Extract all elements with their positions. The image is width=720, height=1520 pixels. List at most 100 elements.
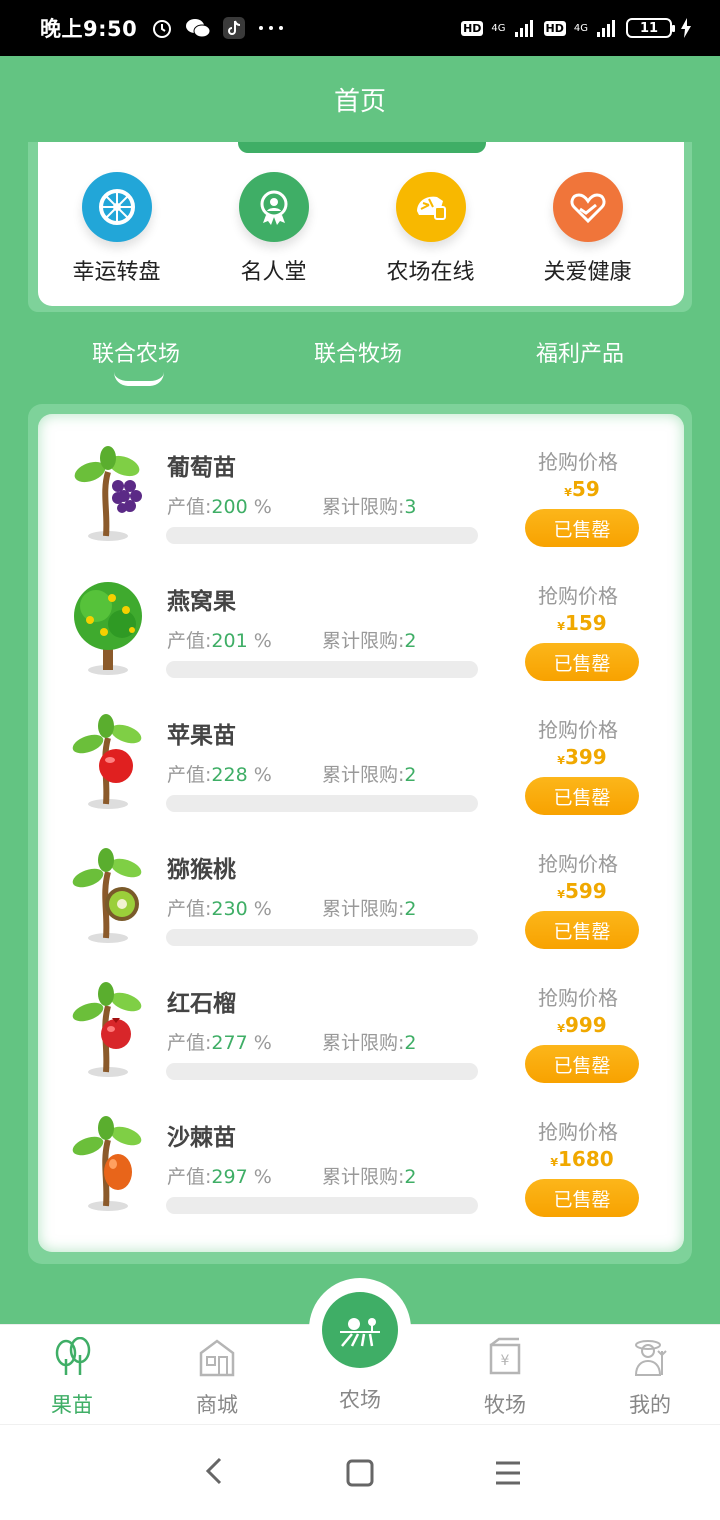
nav-label: 果苗 xyxy=(51,1393,93,1417)
nav-item-farm[interactable] xyxy=(322,1292,398,1368)
svg-text:¥: ¥ xyxy=(501,1353,510,1369)
nav-label: 牧场 xyxy=(484,1393,526,1417)
nav-item-ranch[interactable]: ¥ 牧场 xyxy=(445,1335,565,1419)
page-title: 首页 xyxy=(333,86,386,117)
product-price: ¥599 xyxy=(557,879,607,903)
product-price: ¥1680 xyxy=(550,1147,614,1171)
product-yield: 产值:230 % xyxy=(167,898,272,920)
product-yield: 产值:277 % xyxy=(167,1032,272,1054)
system-nav-bar xyxy=(0,1424,720,1520)
store-icon xyxy=(195,1335,239,1379)
farm-online-icon xyxy=(395,172,466,242)
quick-action-hall-of-fame[interactable]: 名人堂 xyxy=(195,172,352,286)
back-icon[interactable] xyxy=(200,1455,228,1487)
home-icon[interactable] xyxy=(346,1459,374,1487)
signal-label: 4G xyxy=(491,22,506,34)
product-item[interactable]: 猕猴桃 产值:230 % 累计限购:2 抢购价格 ¥599 已售罄 xyxy=(38,816,684,950)
ranch-icon: ¥ xyxy=(483,1335,527,1379)
tiktok-icon xyxy=(223,17,246,39)
sold-out-button[interactable]: 已售罄 xyxy=(525,777,639,815)
sold-out-button[interactable]: 已售罄 xyxy=(525,643,639,681)
quick-action-health-care[interactable]: 关爱健康 xyxy=(509,172,666,286)
quick-actions-card: 幸运转盘 名人堂 农场在线 关爱健康 xyxy=(38,142,684,306)
status-bar: 晚上9:50 HD 4G HD 4G 11 xyxy=(0,0,720,56)
quick-action-farm-online[interactable]: 农场在线 xyxy=(352,172,509,286)
grape-tree-icon xyxy=(74,446,142,541)
product-list: 葡萄苗 产值:200 % 累计限购:3 抢购价格 ¥59 已售罄 燕窝果 产值:… xyxy=(38,414,684,1252)
farmer-icon xyxy=(628,1335,672,1379)
nav-item-seedlings[interactable]: 果苗 xyxy=(12,1335,132,1419)
nav-item-store[interactable]: 商城 xyxy=(157,1335,277,1419)
price-label: 抢购价格 xyxy=(538,718,618,742)
nav-label: 我的 xyxy=(629,1393,671,1417)
menu-icon[interactable] xyxy=(494,1459,522,1487)
nav-label: 农场 xyxy=(339,1388,381,1412)
price-label: 抢购价格 xyxy=(538,986,618,1010)
product-yield: 产值:228 % xyxy=(167,764,272,786)
seabuckthorn-tree-icon xyxy=(72,1116,142,1211)
app-header: 首页 xyxy=(0,56,720,142)
alarm-icon xyxy=(153,20,172,38)
product-item[interactable]: 葡萄苗 产值:200 % 累计限购:3 抢购价格 ¥59 已售罄 xyxy=(38,414,684,548)
progress-bar xyxy=(166,795,478,812)
tab-joint-ranch[interactable]: 联合牧场 xyxy=(314,336,402,368)
sold-out-button[interactable]: 已售罄 xyxy=(525,1179,639,1217)
product-name: 沙棘苗 xyxy=(167,1125,236,1151)
battery-indicator: 11 xyxy=(626,18,675,38)
nav-label: 商城 xyxy=(196,1393,238,1417)
apple-tree-icon xyxy=(72,714,142,809)
progress-bar xyxy=(166,929,478,946)
tree-icon xyxy=(50,1335,94,1379)
product-yield: 产值:201 % xyxy=(167,630,272,652)
progress-bar xyxy=(166,527,478,544)
hd-badge: HD xyxy=(543,20,566,36)
product-item[interactable]: 红石榴 产值:277 % 累计限购:2 抢购价格 ¥999 已售罄 xyxy=(38,950,684,1084)
quick-action-lucky-wheel[interactable]: 幸运转盘 xyxy=(38,172,195,286)
product-item[interactable]: 沙棘苗 产值:297 % 累计限购:2 抢购价格 ¥1680 已售罄 xyxy=(38,1084,684,1218)
banner-edge xyxy=(238,142,486,153)
heart-hand-icon xyxy=(552,172,623,242)
kiwi-tree-icon xyxy=(72,848,142,943)
product-item[interactable]: 燕窝果 产值:201 % 累计限购:2 抢购价格 ¥159 已售罄 xyxy=(38,548,684,682)
signal-label: 4G xyxy=(573,22,588,34)
charging-icon xyxy=(681,18,691,38)
award-icon xyxy=(238,172,309,242)
progress-bar xyxy=(166,1063,478,1080)
sold-out-button[interactable]: 已售罄 xyxy=(525,1045,639,1083)
nav-item-mine[interactable]: 我的 xyxy=(590,1335,710,1419)
progress-bar xyxy=(166,661,478,678)
product-price: ¥59 xyxy=(564,477,600,501)
sold-out-button[interactable]: 已售罄 xyxy=(525,911,639,949)
wechat-icon xyxy=(186,19,211,38)
signal-icon xyxy=(597,20,615,37)
category-tabs: 联合农场 联合牧场 福利产品 xyxy=(0,330,720,390)
product-limit: 累计限购:3 xyxy=(322,496,417,518)
progress-bar xyxy=(166,1197,478,1214)
tab-joint-farm[interactable]: 联合农场 xyxy=(92,336,180,368)
product-price: ¥999 xyxy=(557,1013,607,1037)
tab-welfare-products[interactable]: 福利产品 xyxy=(536,336,624,368)
product-price: ¥399 xyxy=(557,745,607,769)
pomegranate-tree-icon xyxy=(72,982,142,1077)
product-limit: 累计限购:2 xyxy=(322,898,417,920)
product-limit: 累计限购:2 xyxy=(322,1166,417,1188)
price-label: 抢购价格 xyxy=(538,584,618,608)
product-limit: 累计限购:2 xyxy=(322,1032,417,1054)
sold-out-button[interactable]: 已售罄 xyxy=(525,509,639,547)
product-limit: 累计限购:2 xyxy=(322,630,417,652)
product-name: 红石榴 xyxy=(167,991,236,1017)
farm-icon xyxy=(340,1318,380,1347)
pitaya-tree-icon xyxy=(74,582,142,675)
price-label: 抢购价格 xyxy=(538,1120,618,1144)
quick-action-label: 关爱健康 xyxy=(543,260,632,285)
product-yield: 产值:297 % xyxy=(167,1166,272,1188)
product-name: 苹果苗 xyxy=(167,723,236,749)
product-name: 燕窝果 xyxy=(167,589,236,615)
signal-icon xyxy=(514,20,533,37)
product-limit: 累计限购:2 xyxy=(322,764,417,786)
product-price: ¥159 xyxy=(557,611,607,635)
quick-action-label: 幸运转盘 xyxy=(72,260,161,285)
price-label: 抢购价格 xyxy=(538,852,618,876)
product-item[interactable]: 苹果苗 产值:228 % 累计限购:2 抢购价格 ¥399 已售罄 xyxy=(38,682,684,816)
price-label: 抢购价格 xyxy=(538,450,618,474)
